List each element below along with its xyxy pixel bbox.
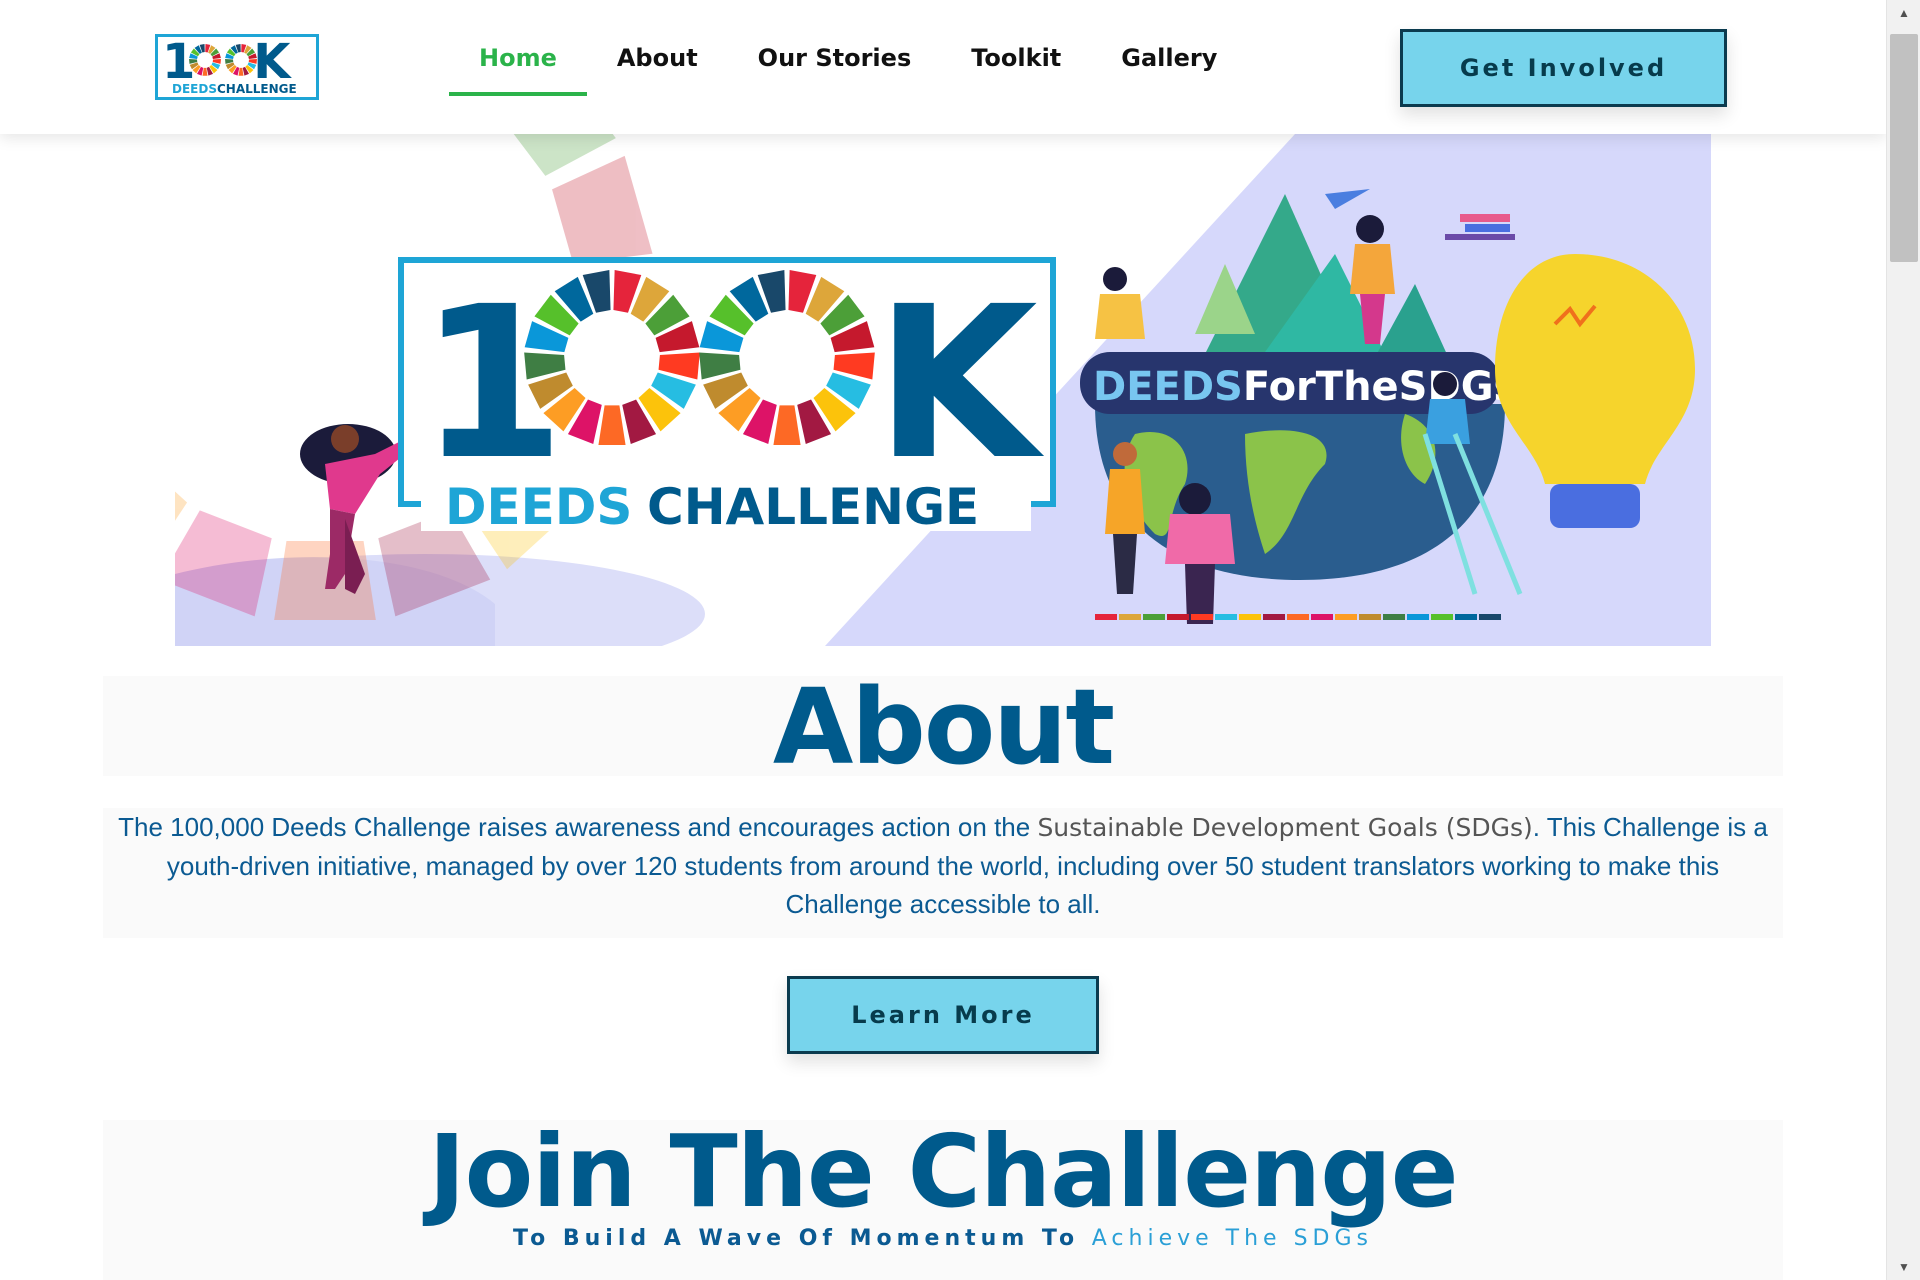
nav-about[interactable]: About — [587, 40, 728, 96]
about-description: The 100,000 Deeds Challenge raises aware… — [103, 808, 1783, 923]
page-scrollbar[interactable]: ▲ ▼ — [1886, 0, 1920, 1280]
hero-banner: 1 K DEEDS CHALLENGE DEEDSForTheSDGs — [175, 134, 1711, 646]
about-heading: About — [772, 666, 1115, 788]
scroll-down-arrow-icon[interactable]: ▼ — [1887, 1254, 1920, 1280]
join-subtitle-highlight: Achieve The SDGs — [1091, 1226, 1373, 1251]
sdgs-link[interactable]: Sustainable Development Goals (SDGs) — [1037, 813, 1532, 842]
nav-our-stories[interactable]: Our Stories — [728, 40, 942, 96]
join-subtitle-part-1: To Build A Wave Of Momentum To — [512, 1226, 1092, 1251]
logo-tagline: DEEDSCHALLENGE — [172, 82, 297, 96]
logo-sdg-wheel-icon — [225, 44, 257, 76]
join-heading: Join The Challenge — [428, 1113, 1458, 1230]
nav-gallery[interactable]: Gallery — [1091, 40, 1247, 96]
logo-sdg-wheel-icon — [189, 44, 221, 76]
site-logo[interactable]: 100K DEEDSCHALLENGE — [155, 34, 319, 100]
get-involved-button[interactable]: Get Involved — [1400, 29, 1727, 107]
scrollbar-thumb[interactable] — [1890, 34, 1918, 262]
hero-illustration: 1 K DEEDS CHALLENGE DEEDSForTheSDGs — [175, 134, 1711, 646]
nav-toolkit[interactable]: Toolkit — [941, 40, 1091, 96]
site-header: 100K DEEDSCHALLENGE Home About Our Stori… — [0, 0, 1886, 134]
hero-deeds-text: DEEDS — [445, 478, 632, 536]
hero-challenge-text: CHALLENGE — [647, 478, 979, 536]
scroll-up-arrow-icon[interactable]: ▲ — [1887, 0, 1920, 26]
join-subtitle: To Build A Wave Of Momentum To Achieve T… — [0, 1226, 1886, 1251]
main-nav: Home About Our Stories Toolkit Gallery — [449, 40, 1247, 96]
learn-more-button[interactable]: Learn More — [787, 976, 1099, 1054]
about-text-part-1: The 100,000 Deeds Challenge raises aware… — [118, 812, 1038, 842]
hero-title-k: K — [875, 261, 1045, 506]
nav-home[interactable]: Home — [449, 40, 587, 96]
